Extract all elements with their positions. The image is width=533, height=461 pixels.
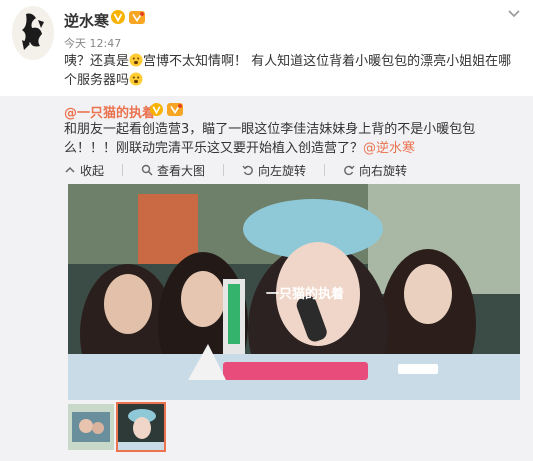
post-username[interactable]: 逆水寒 <box>64 10 109 31</box>
emoji-icon <box>129 72 143 86</box>
view-large-label: 查看大图 <box>157 163 206 178</box>
thumbnail-2[interactable] <box>116 402 166 452</box>
thumbnail-1[interactable] <box>68 404 114 450</box>
chevron-down-icon[interactable] <box>507 8 521 20</box>
collapse-button[interactable]: 收起 <box>64 162 104 179</box>
avatar[interactable] <box>12 6 54 60</box>
collapse-icon <box>65 166 75 173</box>
rotate-left-label: 向左旋转 <box>258 163 307 178</box>
member-icon[interactable] <box>129 11 145 24</box>
rotate-left-icon <box>242 165 253 176</box>
view-large-button[interactable]: 查看大图 <box>141 162 205 179</box>
rotate-right-label: 向右旋转 <box>359 163 408 178</box>
verified-icon <box>150 103 163 116</box>
repost-text: 和朋友一起看创造营3，瞄了一眼这位李佳洁妹妹身上背的不是小暖包包么！！！刚联动完… <box>64 120 519 158</box>
repost-block: @一只猫的执着 和朋友一起看创造营3，瞄了一眼这位李佳洁妹妹身上背的不是小暖包包… <box>0 96 533 461</box>
member-icon[interactable] <box>167 103 183 116</box>
post-text: 咦？还真是 宫博不太知情啊！ 有人知道这位背着小暖包包的漂亮小姐姐在哪个服务器吗 <box>64 52 519 90</box>
toolbar-divider <box>122 164 124 176</box>
verified-icon <box>111 10 125 24</box>
image-watermark: 一只猫的执着 <box>266 287 345 302</box>
collapse-label: 收起 <box>80 163 105 178</box>
post-timestamp[interactable]: 今天 12:47 <box>64 35 121 51</box>
weibo-post-card: 逆水寒 今天 12:47 咦？还真是 宫博不太知情啊！ 有人知道这位背着小暖包包… <box>0 0 533 461</box>
rotate-right-icon <box>344 165 355 176</box>
post-text-part1: 咦？还真是 <box>64 54 130 69</box>
rotate-right-button[interactable]: 向右旋转 <box>343 162 407 179</box>
image-toolbar: 收起 查看大图 向左旋转 向右旋转 <box>64 160 425 180</box>
magnify-icon <box>141 164 153 176</box>
toolbar-divider <box>223 164 225 176</box>
expanded-image[interactable]: 一只猫的执着 <box>68 184 520 400</box>
emoji-icon <box>129 53 143 67</box>
mention-link[interactable]: @逆水寒 <box>363 141 415 156</box>
toolbar-divider <box>324 164 326 176</box>
rotate-left-button[interactable]: 向左旋转 <box>242 162 306 179</box>
repost-username[interactable]: @一只猫的执着 <box>64 102 155 121</box>
thumbnail-strip <box>68 402 168 454</box>
